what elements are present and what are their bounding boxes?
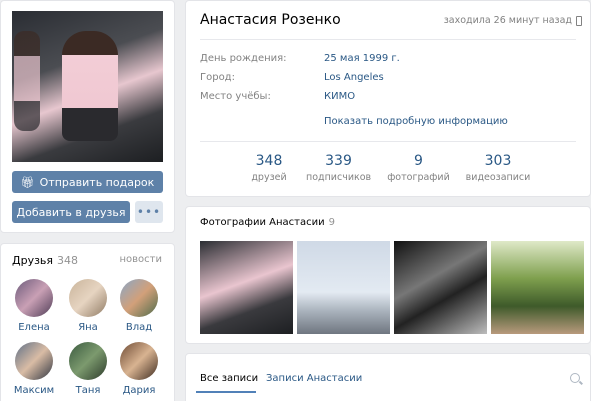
friend-avatar — [69, 342, 107, 380]
counter-label: друзей — [251, 172, 287, 183]
counter-number: 9 — [414, 153, 423, 169]
friend-avatar — [120, 342, 158, 380]
counter-friends[interactable]: 348 друзей — [244, 153, 294, 183]
send-gift-label: Отправить подарок — [39, 175, 155, 189]
avatar-photo-detail — [14, 31, 40, 131]
friend-avatar — [15, 279, 53, 317]
friend-avatar — [69, 279, 107, 317]
profile-photo-card: 🎁︎ Отправить подарок Добавить в друзья •… — [0, 0, 175, 233]
profile-avatar[interactable] — [12, 11, 163, 162]
last-seen-text: заходила 26 минут назад — [443, 15, 572, 26]
photo-thumbnail[interactable] — [394, 241, 487, 334]
send-gift-button[interactable]: 🎁︎ Отправить подарок — [12, 171, 163, 193]
divider — [200, 141, 576, 142]
profile-name: Анастасия Розенко — [200, 12, 341, 28]
show-more-info-link[interactable]: Показать подробную информацию — [324, 116, 508, 127]
counter-label: видеозаписи — [465, 172, 531, 183]
birthday-value-link[interactable]: 25 мая 1999 г. — [324, 53, 400, 64]
counter-followers[interactable]: 339 подписчиков — [306, 153, 371, 183]
tab-all-posts[interactable]: Все записи — [200, 373, 258, 384]
friend-avatar — [15, 342, 53, 380]
education-value-link[interactable]: КИМО — [324, 91, 355, 102]
counter-label: подписчиков — [306, 172, 372, 183]
info-label: День рождения: — [200, 53, 287, 64]
counter-number: 303 — [484, 153, 512, 169]
search-icon[interactable] — [570, 373, 580, 383]
photos-title: Фотографии Анастасии — [200, 217, 325, 228]
photos-header-link[interactable]: Фотографии Анастасии 9 — [200, 217, 335, 228]
tab-owner-posts[interactable]: Записи Анастасии — [266, 373, 362, 384]
counter-number: 339 — [325, 153, 352, 169]
friends-count: 348 — [57, 254, 79, 267]
friend-item[interactable]: Елена — [9, 279, 59, 333]
friend-item[interactable]: Влад — [114, 279, 164, 333]
friend-name: Дария — [122, 385, 156, 396]
friend-item[interactable]: Максим — [9, 342, 59, 396]
friends-title-link[interactable]: Друзья 348 — [12, 254, 78, 267]
friends-header: Друзья 348 новости — [12, 254, 162, 267]
photos-card: Фотографии Анастасии 9 — [185, 206, 591, 344]
add-friend-button[interactable]: Добавить в друзья — [12, 201, 130, 223]
photo-thumbnail[interactable] — [297, 241, 390, 334]
friend-item[interactable]: Дария — [114, 342, 164, 396]
friends-card: Друзья 348 новости Елена Яна Влад Максим … — [0, 243, 175, 401]
city-value-link[interactable]: Los Angeles — [324, 72, 384, 83]
photo-thumbnail[interactable] — [491, 241, 584, 334]
friend-name: Яна — [78, 322, 98, 333]
info-label: Город: — [200, 72, 235, 83]
profile-info-card: Анастасия Розенко заходила 26 минут наза… — [185, 0, 591, 197]
friend-item[interactable]: Яна — [63, 279, 113, 333]
photo-thumbnail[interactable] — [200, 241, 293, 334]
divider — [200, 39, 576, 40]
friend-item[interactable]: Таня — [63, 342, 113, 396]
friend-name: Таня — [75, 385, 101, 396]
counter-videos[interactable]: 303 видеозаписи — [465, 153, 531, 183]
friend-avatar — [120, 279, 158, 317]
wall-card: Все записи Записи Анастасии — [185, 353, 591, 401]
counter-photos[interactable]: 9 фотографий — [387, 153, 450, 183]
friend-name: Максим — [13, 385, 55, 396]
photos-count: 9 — [328, 217, 335, 228]
friends-title: Друзья — [12, 254, 54, 267]
mobile-phone-icon — [576, 15, 582, 26]
avatar-photo-figure — [62, 31, 118, 141]
last-seen-status: заходила 26 минут назад — [444, 15, 582, 26]
more-actions-button[interactable]: ••• — [135, 201, 163, 223]
active-tab-indicator — [196, 391, 256, 393]
friend-name: Влад — [125, 322, 153, 333]
counter-number: 348 — [255, 153, 283, 169]
gift-icon: 🎁︎ — [20, 175, 35, 189]
friends-news-link[interactable]: новости — [120, 254, 163, 267]
counter-label: фотографий — [387, 172, 450, 183]
friend-name: Елена — [18, 322, 50, 333]
info-label: Место учёбы: — [200, 91, 271, 102]
